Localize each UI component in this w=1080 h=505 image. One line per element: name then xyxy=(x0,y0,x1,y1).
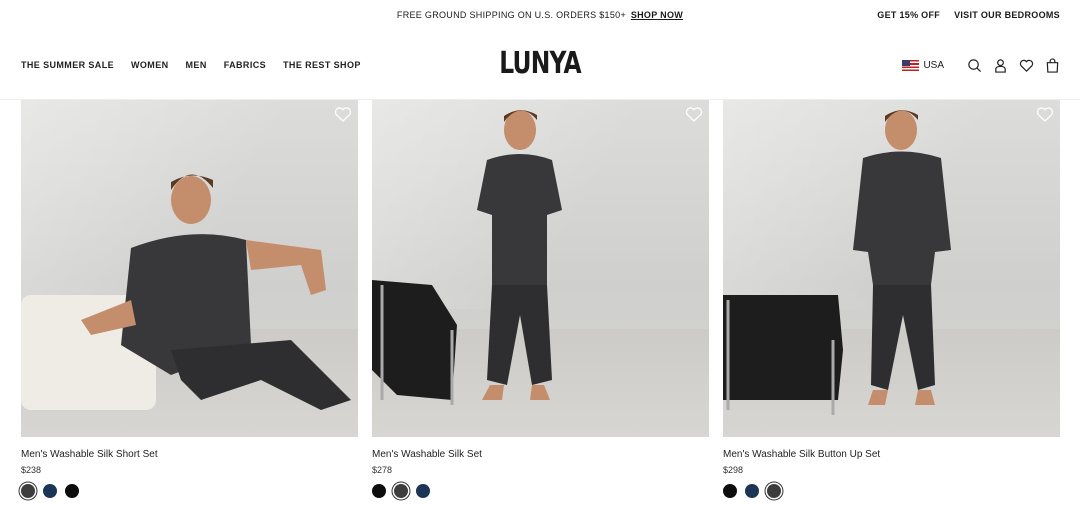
utility-links: GET 15% OFF VISIT OUR BEDROOMS xyxy=(877,10,1060,20)
color-swatch[interactable] xyxy=(723,484,737,498)
color-swatch[interactable] xyxy=(394,484,408,498)
site-header: THE SUMMER SALE WOMEN MEN FABRICS THE RE… xyxy=(0,30,1080,100)
color-swatches xyxy=(723,484,1060,498)
color-swatch[interactable] xyxy=(43,484,57,498)
color-swatch[interactable] xyxy=(21,484,35,498)
product-image[interactable] xyxy=(21,100,358,437)
wishlist-heart-icon[interactable] xyxy=(1036,106,1054,122)
product-card[interactable]: Men's Washable Silk Short Set $238 xyxy=(21,100,358,498)
product-price: $298 xyxy=(723,465,744,475)
wishlist-heart-icon[interactable] xyxy=(685,106,703,122)
product-image[interactable] xyxy=(372,100,709,437)
nav-item-summer-sale[interactable]: THE SUMMER SALE xyxy=(21,60,114,70)
product-price: $238 xyxy=(21,465,42,475)
color-swatches xyxy=(372,484,709,498)
product-card[interactable]: Men's Washable Silk Button Up Set $298 xyxy=(723,100,1060,498)
color-swatch[interactable] xyxy=(65,484,79,498)
get-discount-link[interactable]: GET 15% OFF xyxy=(877,10,940,20)
region-label: USA xyxy=(923,59,944,71)
product-name[interactable]: Men's Washable Silk Short Set xyxy=(21,449,358,460)
wishlist-icon[interactable] xyxy=(1018,57,1034,73)
search-icon[interactable] xyxy=(966,57,982,73)
visit-bedrooms-link[interactable]: VISIT OUR BEDROOMS xyxy=(954,10,1060,20)
us-flag-icon xyxy=(902,59,920,71)
product-image[interactable] xyxy=(723,100,1060,437)
color-swatch[interactable] xyxy=(767,484,781,498)
header-tools: USA xyxy=(902,57,1060,73)
product-name[interactable]: Men's Washable Silk Set xyxy=(372,449,709,460)
product-card[interactable]: Men's Washable Silk Set $278 xyxy=(372,100,709,498)
product-name[interactable]: Men's Washable Silk Button Up Set xyxy=(723,449,1060,460)
color-swatches xyxy=(21,484,358,498)
cart-icon[interactable] xyxy=(1044,57,1060,73)
shipping-text: FREE GROUND SHIPPING ON U.S. ORDERS $150… xyxy=(396,10,627,20)
product-price: $278 xyxy=(372,465,393,475)
wishlist-heart-icon[interactable] xyxy=(334,106,352,122)
color-swatch[interactable] xyxy=(745,484,759,498)
color-swatch[interactable] xyxy=(416,484,430,498)
product-grid: Men's Washable Silk Short Set $238 Men's… xyxy=(21,100,1060,498)
account-icon[interactable] xyxy=(992,57,1008,73)
shop-now-link[interactable]: SHOP NOW xyxy=(631,10,683,20)
announcement-bar: FREE GROUND SHIPPING ON U.S. ORDERS $150… xyxy=(0,0,1080,30)
region-selector[interactable]: USA xyxy=(902,59,944,71)
brand-logo[interactable]: LUNYA xyxy=(119,46,961,81)
color-swatch[interactable] xyxy=(372,484,386,498)
